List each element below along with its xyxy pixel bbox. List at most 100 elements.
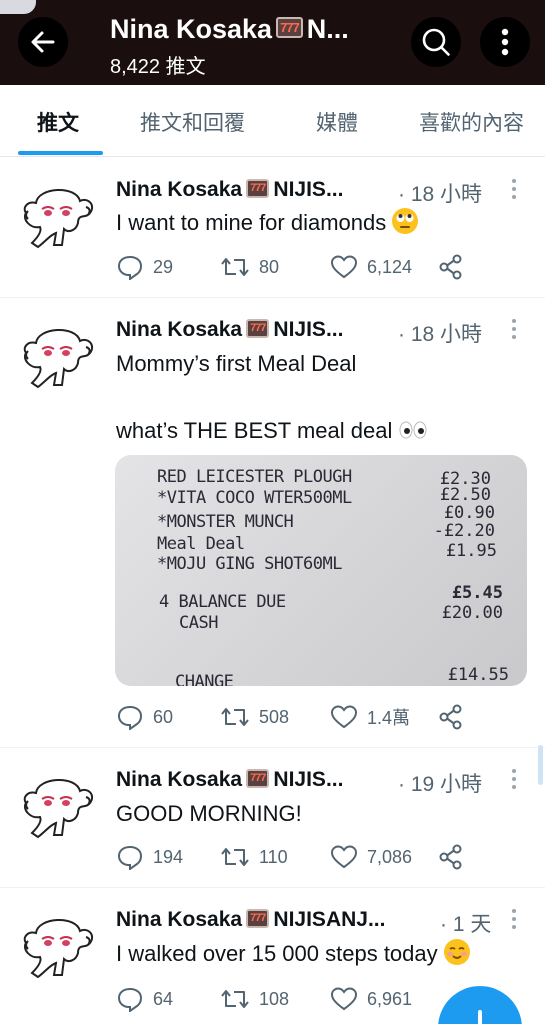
heart-icon xyxy=(330,845,358,869)
slot-machine-emoji: 777 xyxy=(246,318,270,338)
receipt-balance: £5.45 xyxy=(451,583,503,603)
receipt-cash-label: CASH xyxy=(179,613,218,633)
reply-icon xyxy=(117,987,143,1012)
tweet-author[interactable]: Nina Kosaka 777 NIJIS... xyxy=(116,318,343,342)
receipt-change: £14.55 xyxy=(447,665,509,685)
more-vertical-icon xyxy=(501,28,509,56)
arrow-left-icon xyxy=(31,31,55,53)
receipt-balance-label: 4 BALANCE DUE xyxy=(159,592,286,612)
receipt-price: £0.90 xyxy=(443,503,495,523)
share-icon xyxy=(439,254,462,280)
retweet-icon xyxy=(221,990,249,1008)
reply-button[interactable]: 29 xyxy=(116,254,173,280)
tweet-text: I walked over 15 000 steps today xyxy=(116,939,470,968)
tweet-text: I want to mine for diamonds xyxy=(116,208,419,237)
profile-header: Nina Kosaka 777 N... 8,422 推文 xyxy=(0,0,545,85)
receipt-price: £1.95 xyxy=(445,541,497,561)
reply-icon xyxy=(117,845,143,870)
tweet-media-receipt[interactable]: RED LEICESTER PLOUGH *VITA COCO WTER500M… xyxy=(115,455,527,686)
receipt-line: Meal Deal xyxy=(157,534,245,554)
receipt-cash: £20.00 xyxy=(441,603,503,623)
receipt-line: RED LEICESTER PLOUGH xyxy=(157,467,352,487)
tweet-count: 8,422 推文 xyxy=(110,56,206,78)
search-icon xyxy=(422,28,450,56)
active-tab-indicator xyxy=(18,151,103,155)
retweet-icon xyxy=(221,848,249,866)
receipt-price: £2.50 xyxy=(439,485,491,505)
tweet-timestamp[interactable]: · 1 天 xyxy=(440,908,491,938)
tweet-timestamp[interactable]: · 18 小時 xyxy=(398,178,482,208)
retweet-button[interactable]: 508 xyxy=(220,704,289,730)
reply-button[interactable]: 64 xyxy=(116,986,173,1012)
avatar[interactable] xyxy=(16,183,102,251)
avatar[interactable] xyxy=(16,913,102,981)
tab-tweets[interactable]: 推文 xyxy=(37,107,79,137)
receipt-line: *MOJU GING SHOT60ML xyxy=(157,554,342,574)
retweet-button[interactable]: 108 xyxy=(220,986,289,1012)
share-button[interactable] xyxy=(438,844,473,870)
tweet-actions: 194 110 7,086 xyxy=(116,844,476,872)
profile-name: Nina Kosaka 777 N... xyxy=(110,14,349,44)
more-options-button[interactable] xyxy=(480,17,530,67)
tab-tweets-replies[interactable]: 推文和回覆 xyxy=(140,107,245,137)
tweet-more-icon[interactable] xyxy=(506,767,522,791)
share-icon xyxy=(439,844,462,870)
tweet-author[interactable]: Nina Kosaka 777 NIJISANJ... xyxy=(116,908,385,932)
search-button[interactable] xyxy=(411,17,461,67)
tweet-text: GOOD MORNING! xyxy=(116,801,302,826)
retweet-icon xyxy=(221,708,249,726)
avatar[interactable] xyxy=(16,323,102,391)
plus-icon xyxy=(478,1010,482,1024)
reply-button[interactable]: 60 xyxy=(116,704,173,730)
like-button[interactable]: 6,961 xyxy=(330,986,412,1012)
tweet-actions: 29 80 6,124 xyxy=(116,254,476,282)
retweet-button[interactable]: 110 xyxy=(220,844,288,870)
slot-machine-emoji: 777 xyxy=(246,768,270,788)
tweet-author[interactable]: Nina Kosaka 777 NIJIS... xyxy=(116,178,343,202)
like-button[interactable]: 7,086 xyxy=(330,844,412,870)
tweet-actions: 60 508 1.4萬 xyxy=(116,704,476,732)
tweet-more-icon[interactable] xyxy=(506,907,522,931)
tweet-timestamp[interactable]: · 19 小時 xyxy=(398,768,482,798)
tweet-item[interactable]: Nina Kosaka 777 NIJIS... · 19 小時 GOOD MORN… xyxy=(0,748,545,888)
like-button[interactable]: 1.4萬 xyxy=(330,704,410,730)
face-rolling-eyes-icon xyxy=(392,208,419,235)
receipt-line: *VITA COCO WTER500ML xyxy=(157,488,352,508)
heart-icon xyxy=(330,987,358,1011)
receipt-change-label: CHANGE xyxy=(175,672,234,686)
tweet-actions: 64 108 6,961 xyxy=(116,986,476,1014)
slot-machine-emoji: 777 xyxy=(276,17,303,39)
retweet-icon xyxy=(221,258,249,276)
share-button[interactable] xyxy=(438,254,473,280)
tweet-text-line2: what’s THE BEST meal deal xyxy=(116,418,428,444)
tab-media[interactable]: 媒體 xyxy=(316,107,358,137)
tweet-timestamp[interactable]: · 18 小時 xyxy=(398,318,482,348)
tweet-more-icon[interactable] xyxy=(506,317,522,341)
tweet-text: Mommy’s first Meal Deal xyxy=(116,351,357,376)
slot-machine-emoji: 777 xyxy=(246,178,270,198)
profile-tabs: 推文 推文和回覆 媒體 喜歡的內容 xyxy=(0,85,545,157)
slot-machine-emoji: 777 xyxy=(246,908,270,928)
reply-icon xyxy=(117,705,143,730)
tweet-more-icon[interactable] xyxy=(506,177,522,201)
tweet-author[interactable]: Nina Kosaka 777 NIJIS... xyxy=(116,768,343,792)
heart-icon xyxy=(330,255,358,279)
receipt-line: *MONSTER MUNCH xyxy=(157,512,294,532)
eyes-icon xyxy=(399,421,427,439)
compose-tweet-button[interactable] xyxy=(438,986,522,1024)
retweet-button[interactable]: 80 xyxy=(220,254,279,280)
heart-icon xyxy=(330,705,358,729)
tab-likes[interactable]: 喜歡的內容 xyxy=(419,107,524,137)
scrollbar[interactable] xyxy=(538,745,543,785)
tweet-item[interactable]: Nina Kosaka 777 NIJIS... · 18 小時 I want to… xyxy=(0,158,545,298)
back-button[interactable] xyxy=(18,17,68,67)
smiling-face-icon xyxy=(443,939,470,966)
share-icon xyxy=(439,704,462,730)
receipt-price: -£2.20 xyxy=(433,521,495,541)
avatar[interactable] xyxy=(16,773,102,841)
share-button[interactable] xyxy=(438,704,473,730)
reply-button[interactable]: 194 xyxy=(116,844,183,870)
reply-icon xyxy=(117,255,143,280)
status-corner xyxy=(0,0,36,14)
like-button[interactable]: 6,124 xyxy=(330,254,412,280)
